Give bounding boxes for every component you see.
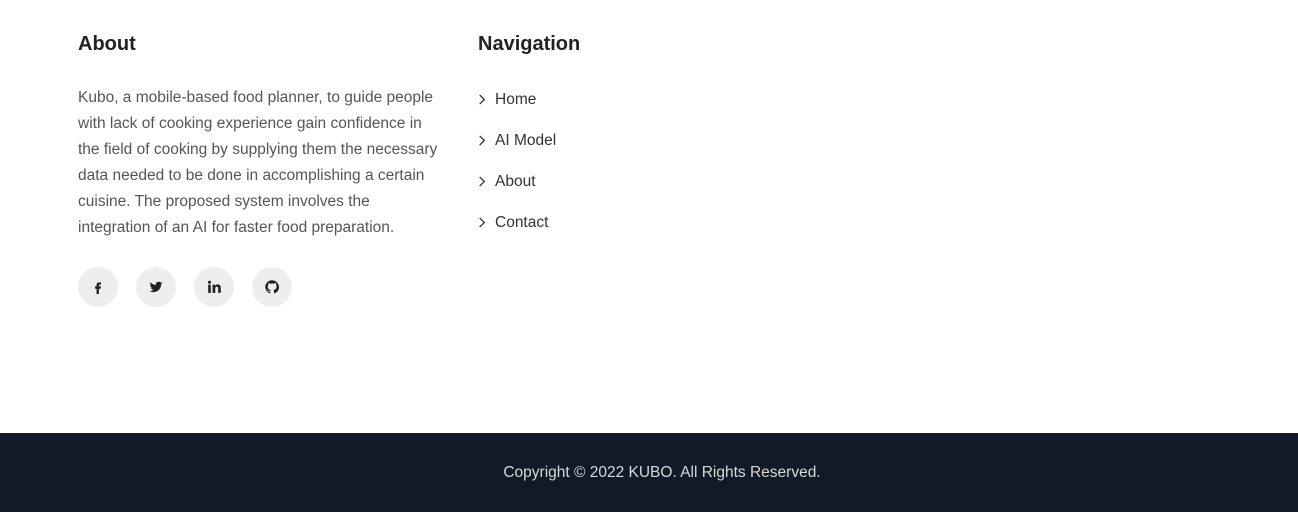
chevron-right-icon	[478, 94, 488, 106]
linkedin-icon	[207, 280, 221, 293]
linkedin-button[interactable]	[194, 267, 234, 307]
nav-link-home[interactable]: Home	[495, 91, 536, 109]
about-description: Kubo, a mobile-based food planner, to gu…	[78, 89, 438, 236]
chevron-right-icon	[478, 135, 488, 147]
social-links	[78, 267, 448, 307]
navigation-list: Home AI Model About Contact	[478, 85, 778, 237]
nav-item-about[interactable]: About	[478, 167, 778, 196]
twitter-icon	[149, 281, 163, 293]
nav-link-about[interactable]: About	[495, 173, 536, 191]
copyright-text: Copyright © 2022 KUBO. All Rights Reserv…	[503, 463, 821, 481]
about-heading: About	[78, 33, 136, 55]
github-icon	[265, 280, 279, 294]
footer-top: About Kubo, a mobile-based food planner,…	[0, 0, 1298, 433]
nav-item-ai-model[interactable]: AI Model	[478, 126, 778, 155]
nav-link-ai-model[interactable]: AI Model	[495, 132, 556, 150]
navigation-section: Navigation Home AI Model About Contact	[478, 30, 778, 249]
copyright-bar: Copyright © 2022 KUBO. All Rights Reserv…	[0, 433, 1298, 512]
nav-link-contact[interactable]: Contact	[495, 214, 548, 232]
chevron-right-icon	[478, 217, 488, 229]
about-section: About Kubo, a mobile-based food planner,…	[78, 30, 448, 307]
chevron-right-icon	[478, 176, 488, 188]
facebook-icon	[95, 282, 101, 294]
nav-item-contact[interactable]: Contact	[478, 208, 778, 237]
github-button[interactable]	[252, 267, 292, 307]
facebook-button[interactable]	[78, 267, 118, 307]
navigation-heading: Navigation	[478, 33, 581, 55]
twitter-button[interactable]	[136, 267, 176, 307]
nav-item-home[interactable]: Home	[478, 85, 778, 114]
